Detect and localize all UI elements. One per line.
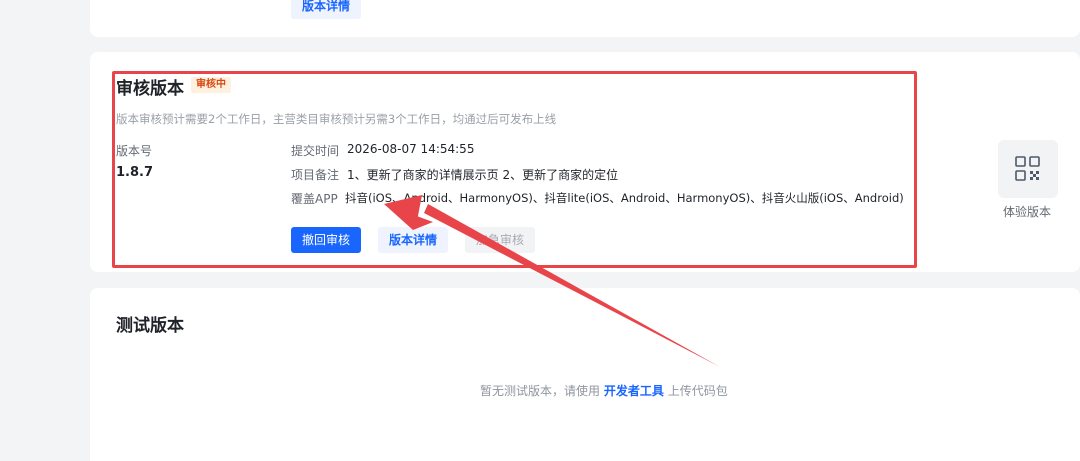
empty-state-text: 暂无测试版本，请使用 开发者工具 上传代码包 <box>480 382 728 399</box>
experience-version-label: 体验版本 <box>1003 205 1052 219</box>
test-version-title: 测试版本 <box>116 316 184 336</box>
developer-tools-link[interactable]: 开发者工具 <box>604 384 664 398</box>
top-version-card <box>90 0 1080 37</box>
qr-code-icon <box>1015 156 1040 181</box>
top-version-details-button[interactable]: 版本详情 <box>291 0 362 19</box>
empty-state-suffix: 上传代码包 <box>667 384 728 398</box>
experience-version-button[interactable] <box>998 140 1058 198</box>
empty-state-prefix: 暂无测试版本，请使用 <box>480 384 601 398</box>
annotation-highlight-frame <box>112 71 917 268</box>
test-version-card <box>90 288 1080 461</box>
